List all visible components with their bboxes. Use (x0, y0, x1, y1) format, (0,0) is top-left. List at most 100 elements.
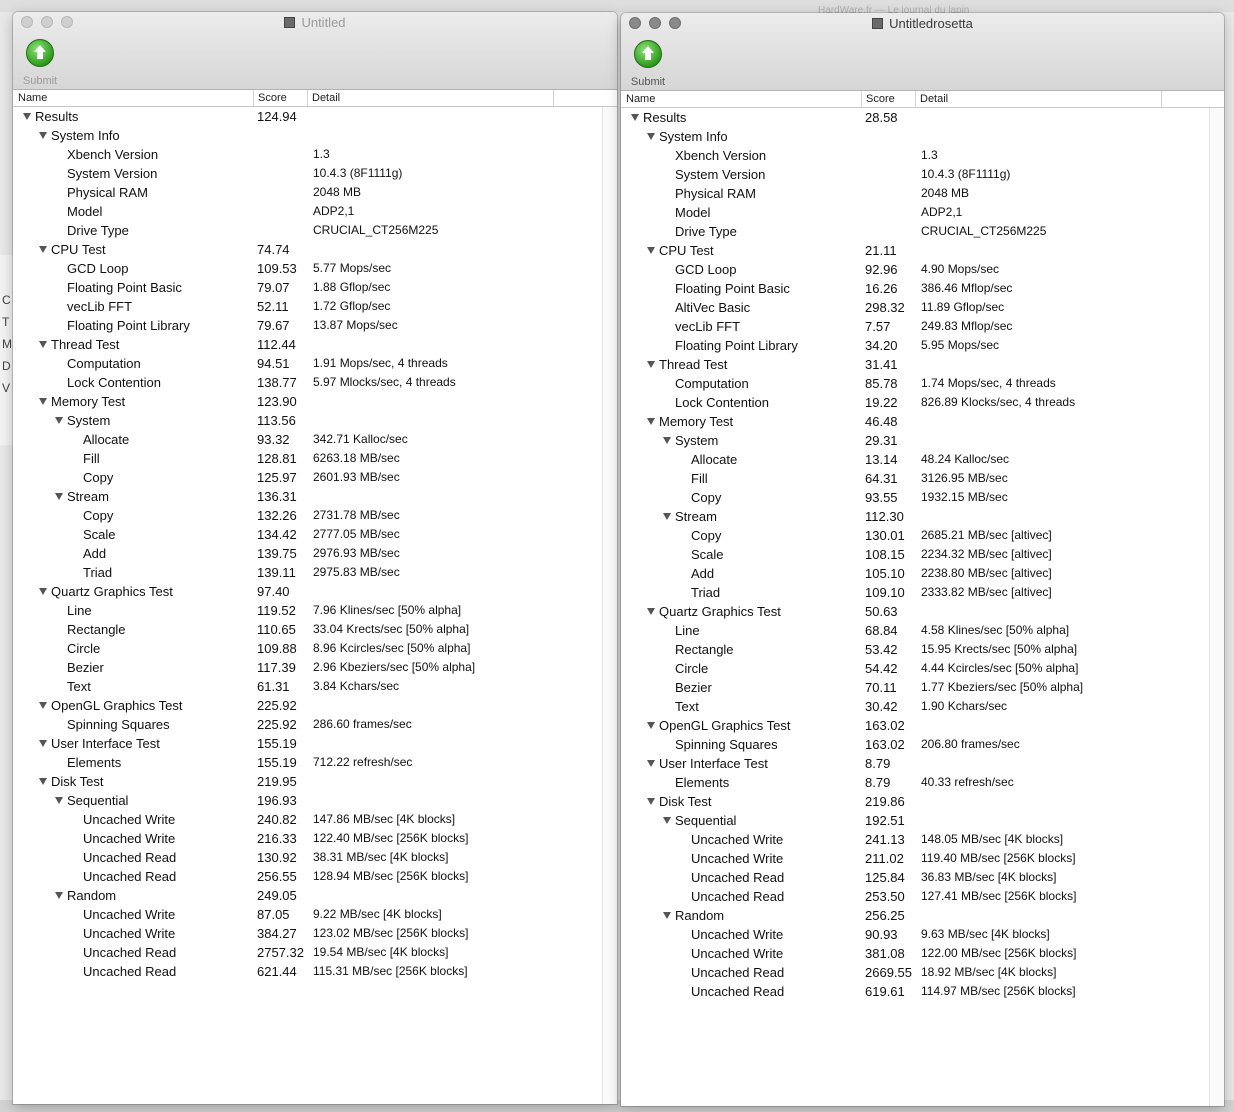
outline-row[interactable]: Sequential 196.93 (13, 791, 617, 810)
outline-row[interactable]: Add 105.10 2238.80 MB/sec [altivec] (621, 564, 1224, 583)
submit-button[interactable]: Submit (629, 40, 667, 88)
outline-row[interactable]: Memory Test 123.90 (13, 392, 617, 411)
outline-row[interactable]: Stream 136.31 (13, 487, 617, 506)
column-divider[interactable] (915, 91, 916, 107)
disclosure-triangle-icon[interactable] (647, 722, 655, 729)
column-divider[interactable] (861, 91, 862, 107)
outline-row[interactable]: Add 139.75 2976.93 MB/sec (13, 544, 617, 563)
disclosure-triangle-icon[interactable] (631, 114, 639, 121)
outline-row[interactable]: Quartz Graphics Test 50.63 (621, 602, 1224, 621)
disclosure-triangle-icon[interactable] (647, 133, 655, 140)
outline-row[interactable]: Text 30.42 1.90 Kchars/sec (621, 697, 1224, 716)
disclosure-triangle-icon[interactable] (647, 418, 655, 425)
disclosure-triangle-icon[interactable] (663, 437, 671, 444)
outline-row[interactable]: Copy 93.55 1932.15 MB/sec (621, 488, 1224, 507)
outline-row[interactable]: vecLib FFT 52.11 1.72 Gflop/sec (13, 297, 617, 316)
disclosure-triangle-icon[interactable] (647, 798, 655, 805)
disclosure-triangle-icon[interactable] (55, 493, 63, 500)
outline-row[interactable]: Rectangle 53.42 15.95 Krects/sec [50% alph… (621, 640, 1224, 659)
outline-row[interactable]: Uncached Write 211.02 119.40 MB/sec [256K … (621, 849, 1224, 868)
outline-row[interactable]: Disk Test 219.95 (13, 772, 617, 791)
column-divider[interactable] (253, 90, 254, 106)
outline-row[interactable]: Model ADP2,1 (621, 203, 1224, 222)
outline-row[interactable]: Uncached Read 130.92 38.31 MB/sec [4K bloc… (13, 848, 617, 867)
disclosure-triangle-icon[interactable] (39, 341, 47, 348)
outline-row[interactable]: Uncached Write 216.33 122.40 MB/sec [256K … (13, 829, 617, 848)
column-header-name[interactable]: Name (18, 92, 47, 104)
outline-row[interactable]: Bezier 70.11 1.77 Kbeziers/sec [50% alpha] (621, 678, 1224, 697)
column-divider[interactable] (307, 90, 308, 106)
outline-row[interactable]: Xbench Version 1.3 (621, 146, 1224, 165)
outline-row[interactable]: Results 124.94 (13, 107, 617, 126)
outline-row[interactable]: Allocate 93.32 342.71 Kalloc/sec (13, 430, 617, 449)
disclosure-triangle-icon[interactable] (55, 417, 63, 424)
outline-row[interactable]: System Version 10.4.3 (8F1111g) (13, 164, 617, 183)
outline-row[interactable]: Model ADP2,1 (13, 202, 617, 221)
outline-row[interactable]: Floating Point Basic 79.07 1.88 Gflop/sec (13, 278, 617, 297)
outline-row[interactable]: Thread Test 112.44 (13, 335, 617, 354)
outline-row[interactable]: Uncached Read 2669.55 18.92 MB/sec [4K blo… (621, 963, 1224, 982)
outline-row[interactable]: Triad 109.10 2333.82 MB/sec [altivec] (621, 583, 1224, 602)
outline-row[interactable]: Random 256.25 (621, 906, 1224, 925)
outline-row[interactable]: User Interface Test 8.79 (621, 754, 1224, 773)
outline-row[interactable]: Uncached Read 256.55 128.94 MB/sec [256K b… (13, 867, 617, 886)
outline-row[interactable]: Fill 64.31 3126.95 MB/sec (621, 469, 1224, 488)
outline-row[interactable]: Triad 139.11 2975.83 MB/sec (13, 563, 617, 582)
outline-row[interactable]: CPU Test 21.11 (621, 241, 1224, 260)
outline-row[interactable]: vecLib FFT 7.57 249.83 Mflop/sec (621, 317, 1224, 336)
outline-row[interactable]: Computation 94.51 1.91 Mops/sec, 4 threads (13, 354, 617, 373)
outline-row[interactable]: Physical RAM 2048 MB (621, 184, 1224, 203)
disclosure-triangle-icon[interactable] (663, 912, 671, 919)
outline-row[interactable]: Uncached Write 384.27 123.02 MB/sec [256K … (13, 924, 617, 943)
disclosure-triangle-icon[interactable] (647, 247, 655, 254)
outline-row[interactable]: Line 119.52 7.96 Klines/sec [50% alpha] (13, 601, 617, 620)
outline-row[interactable]: Physical RAM 2048 MB (13, 183, 617, 202)
outline-row[interactable]: Lock Contention 19.22 826.89 Klocks/sec, 4… (621, 393, 1224, 412)
vertical-scrollbar[interactable] (1209, 108, 1224, 1106)
outline-row[interactable]: Elements 8.79 40.33 refresh/sec (621, 773, 1224, 792)
disclosure-triangle-icon[interactable] (23, 113, 31, 120)
disclosure-triangle-icon[interactable] (647, 608, 655, 615)
outline-row[interactable]: Spinning Squares 225.92 286.60 frames/sec (13, 715, 617, 734)
outline-row[interactable]: Floating Point Library 34.20 5.95 Mops/sec (621, 336, 1224, 355)
outline-row[interactable]: Allocate 13.14 48.24 Kalloc/sec (621, 450, 1224, 469)
outline-row[interactable]: Copy 130.01 2685.21 MB/sec [altivec] (621, 526, 1224, 545)
outline-row[interactable]: System Info (13, 126, 617, 145)
disclosure-triangle-icon[interactable] (647, 361, 655, 368)
vertical-scrollbar[interactable] (602, 107, 617, 1104)
column-divider[interactable] (553, 90, 554, 106)
outline-row[interactable]: Bezier 117.39 2.96 Kbeziers/sec [50% alpha… (13, 658, 617, 677)
outline-row[interactable]: OpenGL Graphics Test 225.92 (13, 696, 617, 715)
disclosure-triangle-icon[interactable] (55, 797, 63, 804)
outline-row[interactable]: OpenGL Graphics Test 163.02 (621, 716, 1224, 735)
disclosure-triangle-icon[interactable] (663, 513, 671, 520)
outline-row[interactable]: Elements 155.19 712.22 refresh/sec (13, 753, 617, 772)
outline-row[interactable]: Uncached Read 621.44 115.31 MB/sec [256K b… (13, 962, 617, 981)
column-header-detail[interactable]: Detail (920, 93, 948, 105)
submit-button[interactable]: Submit (21, 39, 59, 87)
outline-row[interactable]: User Interface Test 155.19 (13, 734, 617, 753)
disclosure-triangle-icon[interactable] (647, 760, 655, 767)
outline-row[interactable]: Floating Point Library 79.67 13.87 Mops/se… (13, 316, 617, 335)
disclosure-triangle-icon[interactable] (39, 246, 47, 253)
outline-row[interactable]: Uncached Read 2757.32 19.54 MB/sec [4K blo… (13, 943, 617, 962)
outline-row[interactable]: Xbench Version 1.3 (13, 145, 617, 164)
outline-row[interactable]: Uncached Write 90.93 9.63 MB/sec [4K block… (621, 925, 1224, 944)
outline-row[interactable]: Text 61.31 3.84 Kchars/sec (13, 677, 617, 696)
outline-row[interactable]: Uncached Read 253.50 127.41 MB/sec [256K b… (621, 887, 1224, 906)
disclosure-triangle-icon[interactable] (39, 588, 47, 595)
outline-row[interactable]: Uncached Write 240.82 147.86 MB/sec [4K bl… (13, 810, 617, 829)
outline-row[interactable]: GCD Loop 109.53 5.77 Mops/sec (13, 259, 617, 278)
outline-row[interactable]: Circle 109.88 8.96 Kcircles/sec [50% alpha… (13, 639, 617, 658)
column-header-score[interactable]: Score (866, 93, 895, 105)
outline-row[interactable]: Uncached Read 619.61 114.97 MB/sec [256K b… (621, 982, 1224, 1001)
outline-row[interactable]: Uncached Read 125.84 36.83 MB/sec [4K bloc… (621, 868, 1224, 887)
outline-row[interactable]: Fill 128.81 6263.18 MB/sec (13, 449, 617, 468)
outline-row[interactable]: Lock Contention 138.77 5.97 Mlocks/sec, 4 … (13, 373, 617, 392)
outline-row[interactable]: Floating Point Basic 16.26 386.46 Mflop/se… (621, 279, 1224, 298)
column-header-name[interactable]: Name (626, 93, 655, 105)
outline-row[interactable]: System Version 10.4.3 (8F1111g) (621, 165, 1224, 184)
outline-row[interactable]: GCD Loop 92.96 4.90 Mops/sec (621, 260, 1224, 279)
disclosure-triangle-icon[interactable] (663, 817, 671, 824)
disclosure-triangle-icon[interactable] (39, 398, 47, 405)
